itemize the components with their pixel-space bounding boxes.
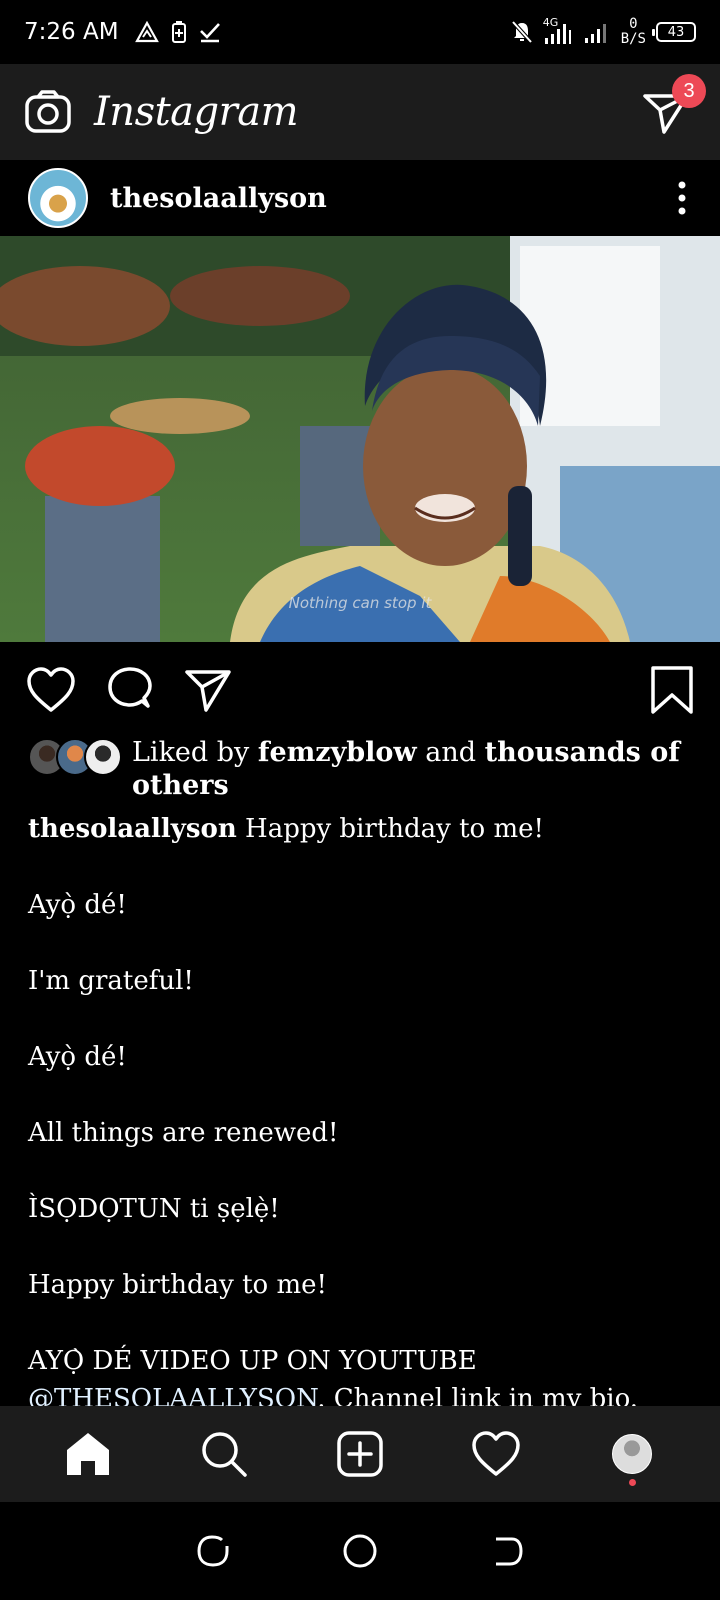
bookmark-icon[interactable] (650, 665, 694, 715)
status-notification-icons (134, 20, 221, 44)
more-vertical-icon[interactable] (676, 180, 688, 216)
battery-saver-icon (171, 21, 186, 43)
camera-icon[interactable] (24, 90, 72, 134)
battery-level: 43 (667, 24, 685, 40)
video-subtitle: Nothing can stop it (289, 594, 433, 612)
avatar (84, 738, 122, 776)
nav-activity[interactable] (466, 1424, 526, 1484)
caption-text: Happy birthday to me! (245, 814, 544, 844)
recent-apps-icon[interactable] (196, 1534, 230, 1568)
likes-text: Liked by femzyblow and thousands of othe… (132, 736, 692, 802)
avatar (612, 1434, 652, 1474)
bottom-nav (0, 1406, 720, 1502)
app-title: Instagram (94, 89, 299, 135)
network-speed: 0 B/S (621, 17, 646, 47)
check-icon (199, 23, 220, 43)
direct-messages-button[interactable]: 3 (642, 74, 706, 136)
caption-line: Happy birthday to me! (28, 1270, 327, 1300)
warning-icon (134, 21, 159, 43)
system-navigation-bar (0, 1502, 720, 1600)
caption-line: I'm grateful! (28, 966, 194, 996)
avatar[interactable] (28, 168, 88, 228)
heart-icon[interactable] (26, 667, 76, 713)
dm-badge: 3 (672, 74, 706, 108)
post-username[interactable]: thesolaallyson (110, 183, 327, 214)
post-actions (0, 660, 720, 720)
home-circle-icon[interactable] (342, 1533, 378, 1569)
back-icon[interactable] (490, 1534, 524, 1568)
nav-new-post[interactable] (330, 1424, 390, 1484)
likes-conjunction: and (425, 737, 477, 768)
profile-notification-dot (629, 1479, 636, 1486)
nav-home[interactable] (58, 1424, 118, 1484)
liked-by-user[interactable]: femzyblow (258, 737, 417, 768)
caption-line: All things are renewed! (28, 1118, 339, 1148)
mute-notifications-icon (511, 20, 533, 44)
status-right: 4G 0 B/S 43 (511, 16, 696, 47)
network-speed-unit: B/S (620, 31, 646, 47)
signal-bars-sim2-icon (584, 24, 606, 43)
post-video[interactable]: Nothing can stop it (0, 236, 720, 642)
liker-avatars (28, 736, 132, 802)
comment-icon[interactable] (106, 666, 154, 714)
caption-username[interactable]: thesolaallyson (28, 814, 237, 844)
network-speed-value: 0 (629, 16, 638, 32)
app-bar: Instagram 3 (0, 64, 720, 160)
signal-4g-indicator: 4G (543, 16, 573, 46)
nav-profile[interactable] (602, 1424, 662, 1486)
search-icon (202, 1432, 247, 1477)
nav-search[interactable] (194, 1424, 254, 1484)
status-time: 7:26 AM (24, 19, 119, 45)
caption-line: Ayọ̀ dé! (28, 890, 127, 920)
heart-icon (472, 1431, 520, 1476)
post-caption: thesolaallyson Happy birthday to me! Ayọ… (28, 810, 698, 1418)
likes-prefix: Liked by (132, 737, 250, 768)
caption-text: AYỌ̀ DÉ VIDEO UP ON YOUTUBE (28, 1346, 477, 1376)
battery-indicator: 43 (652, 22, 696, 42)
post-header: thesolaallyson (0, 160, 720, 236)
signal-bars-icon (544, 24, 571, 44)
status-bar: 7:26 AM 4G 0 B/S 43 (0, 0, 720, 64)
caption-line: thesolaallyson Happy birthday to me! (28, 810, 698, 848)
caption-line: ÌSỌDỌTUN ti ṣẹlẹ̀! (28, 1194, 280, 1224)
home-icon (67, 1433, 109, 1475)
share-send-icon[interactable] (184, 666, 232, 714)
likes-summary[interactable]: Liked by femzyblow and thousands of othe… (28, 736, 692, 802)
caption-line: Ayọ̀ dé! (28, 1042, 127, 1072)
video-frame: Nothing can stop it (0, 236, 720, 642)
add-square-icon (337, 1431, 383, 1477)
